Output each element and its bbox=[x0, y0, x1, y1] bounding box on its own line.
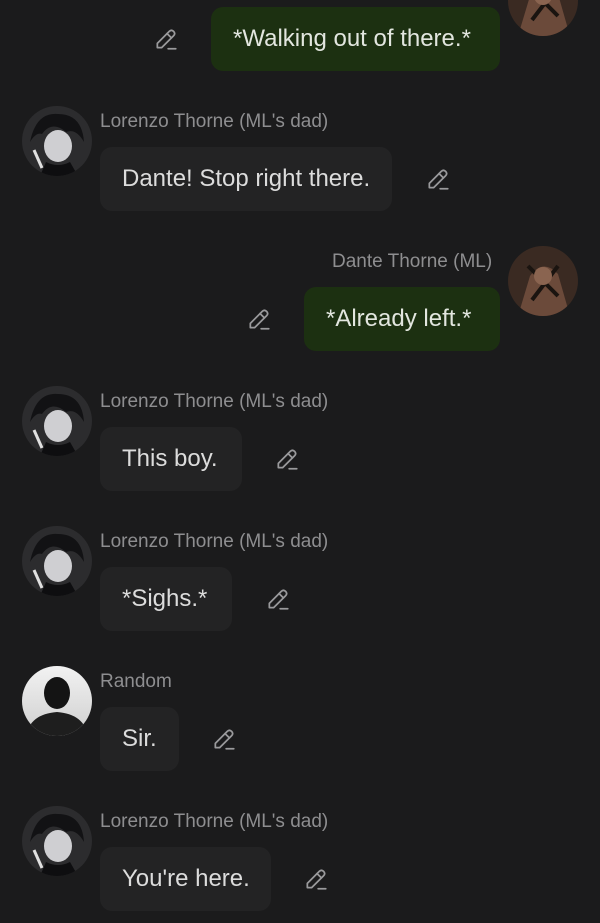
message-bubble[interactable]: You're here. bbox=[100, 847, 271, 911]
message-text: Sir. bbox=[122, 725, 157, 752]
avatar[interactable] bbox=[22, 806, 92, 876]
message-bubble[interactable]: Dante! Stop right there. bbox=[100, 147, 392, 211]
message-text: You're here. bbox=[122, 865, 250, 892]
message-bubble[interactable]: This boy. bbox=[100, 427, 242, 491]
silhouette-avatar-image bbox=[22, 666, 92, 736]
avatar[interactable] bbox=[22, 106, 92, 176]
avatar[interactable] bbox=[508, 246, 578, 316]
message-text: *Already left.* bbox=[326, 305, 472, 332]
message-bubble[interactable]: *Walking out of there.* bbox=[211, 7, 500, 71]
sender-name: Lorenzo Thorne (ML's dad) bbox=[100, 531, 329, 552]
avatar[interactable] bbox=[508, 0, 578, 36]
edit-message-icon[interactable] bbox=[246, 306, 272, 332]
lorenzo-avatar-image bbox=[22, 526, 92, 596]
sender-name: Lorenzo Thorne (ML's dad) bbox=[100, 111, 329, 132]
message-text: *Walking out of there.* bbox=[233, 25, 471, 52]
sender-name: Lorenzo Thorne (ML's dad) bbox=[100, 811, 329, 832]
edit-message-icon[interactable] bbox=[303, 866, 329, 892]
lorenzo-avatar-image bbox=[22, 386, 92, 456]
message-text: Dante! Stop right there. bbox=[122, 165, 371, 192]
message-bubble[interactable]: Sir. bbox=[100, 707, 179, 771]
edit-message-icon[interactable] bbox=[211, 726, 237, 752]
edit-message-icon[interactable] bbox=[265, 586, 291, 612]
message-text: This boy. bbox=[122, 445, 218, 472]
message-bubble[interactable]: *Already left.* bbox=[304, 287, 500, 351]
lorenzo-avatar-image bbox=[22, 106, 92, 176]
dante-avatar-image bbox=[508, 246, 578, 316]
avatar[interactable] bbox=[22, 526, 92, 596]
edit-message-icon[interactable] bbox=[274, 446, 300, 472]
sender-name: Lorenzo Thorne (ML's dad) bbox=[100, 391, 329, 412]
dante-avatar-image bbox=[508, 0, 578, 36]
lorenzo-avatar-image bbox=[22, 806, 92, 876]
avatar[interactable] bbox=[22, 386, 92, 456]
message-bubble[interactable]: *Sighs.* bbox=[100, 567, 232, 631]
avatar[interactable] bbox=[22, 666, 92, 736]
sender-name: Dante Thorne (ML) bbox=[332, 251, 493, 272]
sender-name: Random bbox=[100, 671, 172, 692]
edit-message-icon[interactable] bbox=[153, 26, 179, 52]
edit-message-icon[interactable] bbox=[425, 166, 451, 192]
message-text: *Sighs.* bbox=[122, 585, 208, 612]
chat-thread: *Walking out of there.* Lorenzo Thorne (… bbox=[0, 0, 600, 923]
